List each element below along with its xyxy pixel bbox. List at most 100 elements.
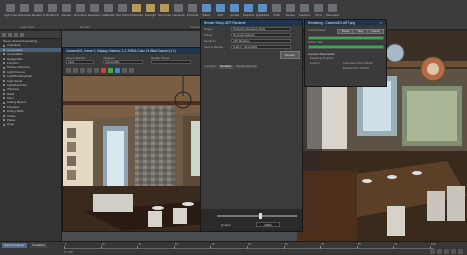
visibility-icon[interactable] <box>3 66 5 69</box>
visibility-icon[interactable] <box>3 84 5 87</box>
ribbon-tool-physical-camera[interactable]: Physical <box>186 3 199 23</box>
visibility-icon[interactable] <box>3 123 5 126</box>
render-setup-tab[interactable]: Common <box>203 65 218 69</box>
render-setup-field-label: Preset: <box>204 33 213 37</box>
time-ruler[interactable]: 0 10 20 30 40 50 60 70 80 90 100 <box>64 243 435 249</box>
render-setup-field-value[interactable]: ART Renderer <box>231 39 291 43</box>
timeline-tick <box>320 246 322 249</box>
scene-explorer-panel: Name (Sorted Ascending) 0 (default) Camera… <box>0 31 62 242</box>
scene-object-name: 0 (default) <box>7 43 21 48</box>
ribbon-tool-material-editor[interactable]: Materials <box>102 3 115 23</box>
blue-channel-icon[interactable] <box>115 68 120 73</box>
render-setup-tab[interactable]: Render Elements <box>234 65 259 69</box>
render-setup-dialog[interactable]: Render Setup: ART Renderer Target: Produc… <box>200 19 303 232</box>
timeline-tick-label: 30 <box>174 243 178 246</box>
visibility-icon[interactable] <box>3 53 5 56</box>
cancel-button[interactable]: Cancel <box>367 29 384 34</box>
monochrome-icon[interactable] <box>129 68 134 73</box>
common-parameters-header: Common Parameters <box>308 52 335 56</box>
scene-object-name: Fireplace <box>7 104 20 109</box>
render-setup-field-value[interactable]: Quad 4 - Camera001 <box>231 45 291 49</box>
timeline-tick-label: 90 <box>394 243 398 246</box>
quality-value-field[interactable]: 100% <box>256 222 280 227</box>
timeline-tick <box>137 246 139 249</box>
ribbon-tool-label: Environment <box>74 13 87 17</box>
visibility-icon[interactable] <box>3 114 5 117</box>
visibility-icon[interactable] <box>3 44 5 47</box>
visibility-icon[interactable] <box>3 48 5 51</box>
ribbon-tool-sun-position[interactable]: Sun Position <box>158 3 171 23</box>
display-icon[interactable] <box>8 33 12 37</box>
ribbon-tool-sky-portal[interactable]: Sky Portal <box>116 3 129 23</box>
ribbon-tool-photometric-light[interactable]: Photometric <box>130 3 143 23</box>
clear-icon[interactable] <box>94 68 99 73</box>
sky-portal-icon <box>118 4 127 12</box>
visibility-icon[interactable] <box>3 79 5 82</box>
ribbon-tool-activeshade[interactable]: Activeshade <box>18 3 31 23</box>
visibility-icon[interactable] <box>3 62 5 65</box>
scene-object-name: Light Stand <box>7 78 23 83</box>
scene-object-name: Ceiling Beams <box>7 100 27 105</box>
scanline-icon <box>244 4 253 12</box>
visibility-icon[interactable] <box>3 106 5 109</box>
ribbon-tool-render-setup[interactable]: Render Setup <box>32 3 45 23</box>
viewport-select[interactable]: Camera001 <box>103 60 143 64</box>
quality-slider[interactable] <box>217 213 297 219</box>
current-task-progress-bar <box>308 45 384 49</box>
material-editor-icon <box>104 4 113 12</box>
physical-camera-icon <box>188 4 197 12</box>
red-channel-icon[interactable] <box>101 68 106 73</box>
render-setup-tab[interactable]: Renderer <box>218 65 234 69</box>
save-image-icon[interactable] <box>66 68 71 73</box>
visibility-icon[interactable] <box>3 70 5 73</box>
render-setup-field-value[interactable]: No preset selected <box>231 33 291 37</box>
batch-render-icon <box>202 4 211 12</box>
total-animation-label: Total Animation: <box>308 29 327 32</box>
visibility-icon[interactable] <box>3 97 5 100</box>
ribbon-tool-environment[interactable]: Environment <box>74 3 87 23</box>
find-icon[interactable] <box>20 33 24 37</box>
ribbon-tool-light-lister[interactable]: Light Lister <box>4 3 17 23</box>
ribbon-tool-label: ART <box>217 13 224 17</box>
ribbon-tool-label: Output <box>285 13 295 17</box>
sort-icon[interactable] <box>14 33 18 37</box>
go-to-start-icon[interactable] <box>430 249 435 254</box>
copy-image-icon[interactable] <box>73 68 78 73</box>
visibility-icon[interactable] <box>3 110 5 113</box>
close-icon[interactable]: × <box>380 21 384 25</box>
green-channel-icon[interactable] <box>108 68 113 73</box>
ribbon-tool-camera[interactable]: Cameras <box>172 3 185 23</box>
ribbon-tool-daylight[interactable]: Daylight <box>144 3 157 23</box>
visibility-icon[interactable] <box>3 92 5 95</box>
alpha-channel-icon[interactable] <box>122 68 127 73</box>
next-frame-icon[interactable] <box>451 249 456 254</box>
playback-controls <box>430 249 463 254</box>
visibility-icon[interactable] <box>3 101 5 104</box>
rendering-progress-dialog[interactable]: Rendering - Camera001 ART.png × Total An… <box>304 19 387 87</box>
ribbon-tool-label: Physical <box>186 13 199 17</box>
visibility-icon[interactable] <box>3 57 5 60</box>
scene-object-row[interactable]: Rugs <box>0 122 61 126</box>
ribbon-tool-render-frame[interactable]: Render Frame <box>46 3 59 23</box>
visibility-icon[interactable] <box>3 75 5 78</box>
play-icon[interactable] <box>444 249 449 254</box>
render-preset-select[interactable] <box>151 60 191 64</box>
render-setup-field-value[interactable]: Production Rendering Mode <box>231 27 291 31</box>
previous-frame-icon[interactable] <box>437 249 442 254</box>
area-to-render-select[interactable]: View <box>66 60 94 64</box>
timeline-tick <box>247 246 248 249</box>
scene-explorer-tab[interactable]: Scene Explorer <box>2 243 27 248</box>
render-setup-render-button[interactable]: Render <box>280 51 300 59</box>
quality-slider-knob[interactable] <box>259 213 263 219</box>
visibility-icon[interactable] <box>3 119 5 122</box>
print-icon[interactable] <box>87 68 92 73</box>
ribbon-tool-exposure[interactable]: Exposure <box>88 3 101 23</box>
clone-window-icon[interactable] <box>80 68 85 73</box>
visibility-icon[interactable] <box>3 88 5 91</box>
scene-object-name: Dining Table <box>7 109 24 114</box>
container-tab[interactable]: Container <box>30 243 48 248</box>
ribbon-tool-label: Scanline <box>242 13 255 17</box>
go-to-end-icon[interactable] <box>458 249 463 254</box>
filter-icon[interactable] <box>2 33 6 37</box>
ribbon-tool-render[interactable]: Render <box>60 3 73 23</box>
